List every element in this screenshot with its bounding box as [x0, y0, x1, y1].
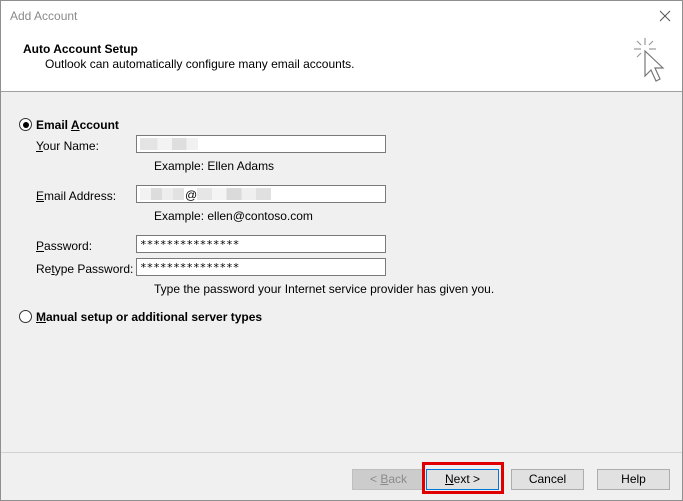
redacted-email-domain [197, 188, 271, 200]
radio-selected-dot [22, 121, 29, 128]
manual-setup-label[interactable]: Manual setup or additional server types [36, 310, 262, 324]
email-account-radio[interactable] [19, 118, 32, 131]
cursor-sparkle-icon [634, 38, 665, 82]
page-subtitle: Outlook can automatically configure many… [45, 57, 355, 71]
help-button[interactable]: Help [597, 469, 670, 490]
email-address-label: Email Address: [36, 189, 117, 203]
back-button[interactable]: < Back [352, 469, 425, 490]
password-hint: Type the password your Internet service … [154, 282, 495, 296]
email-at-symbol: @ [185, 188, 198, 202]
your-name-field[interactable] [136, 135, 386, 153]
redacted-name [140, 138, 198, 150]
window-title: Add Account [10, 9, 78, 23]
redacted-email-user [140, 188, 184, 200]
email-address-field[interactable]: @ [136, 185, 386, 203]
close-button[interactable] [654, 5, 676, 27]
password-field[interactable]: *************** [136, 235, 386, 253]
footer-divider [1, 452, 682, 453]
add-account-dialog: Add Account Auto Account Setup Outlook c… [0, 0, 683, 501]
email-address-hint: Example: ellen@contoso.com [154, 209, 313, 223]
retype-password-field[interactable]: *************** [136, 258, 386, 276]
next-button-highlight [422, 462, 504, 494]
cancel-button[interactable]: Cancel [511, 469, 584, 490]
title-bar: Add Account [1, 1, 682, 31]
manual-setup-radio[interactable] [19, 310, 32, 323]
password-label: Password: [36, 239, 93, 253]
retype-password-label: Retype Password: [36, 262, 134, 276]
email-account-label[interactable]: Email Account [36, 118, 119, 132]
header-panel: Auto Account Setup Outlook can automatic… [1, 31, 682, 92]
page-title: Auto Account Setup [23, 42, 138, 56]
your-name-label: Your Name: [36, 139, 99, 153]
close-icon [659, 10, 671, 22]
your-name-hint: Example: Ellen Adams [154, 159, 275, 173]
